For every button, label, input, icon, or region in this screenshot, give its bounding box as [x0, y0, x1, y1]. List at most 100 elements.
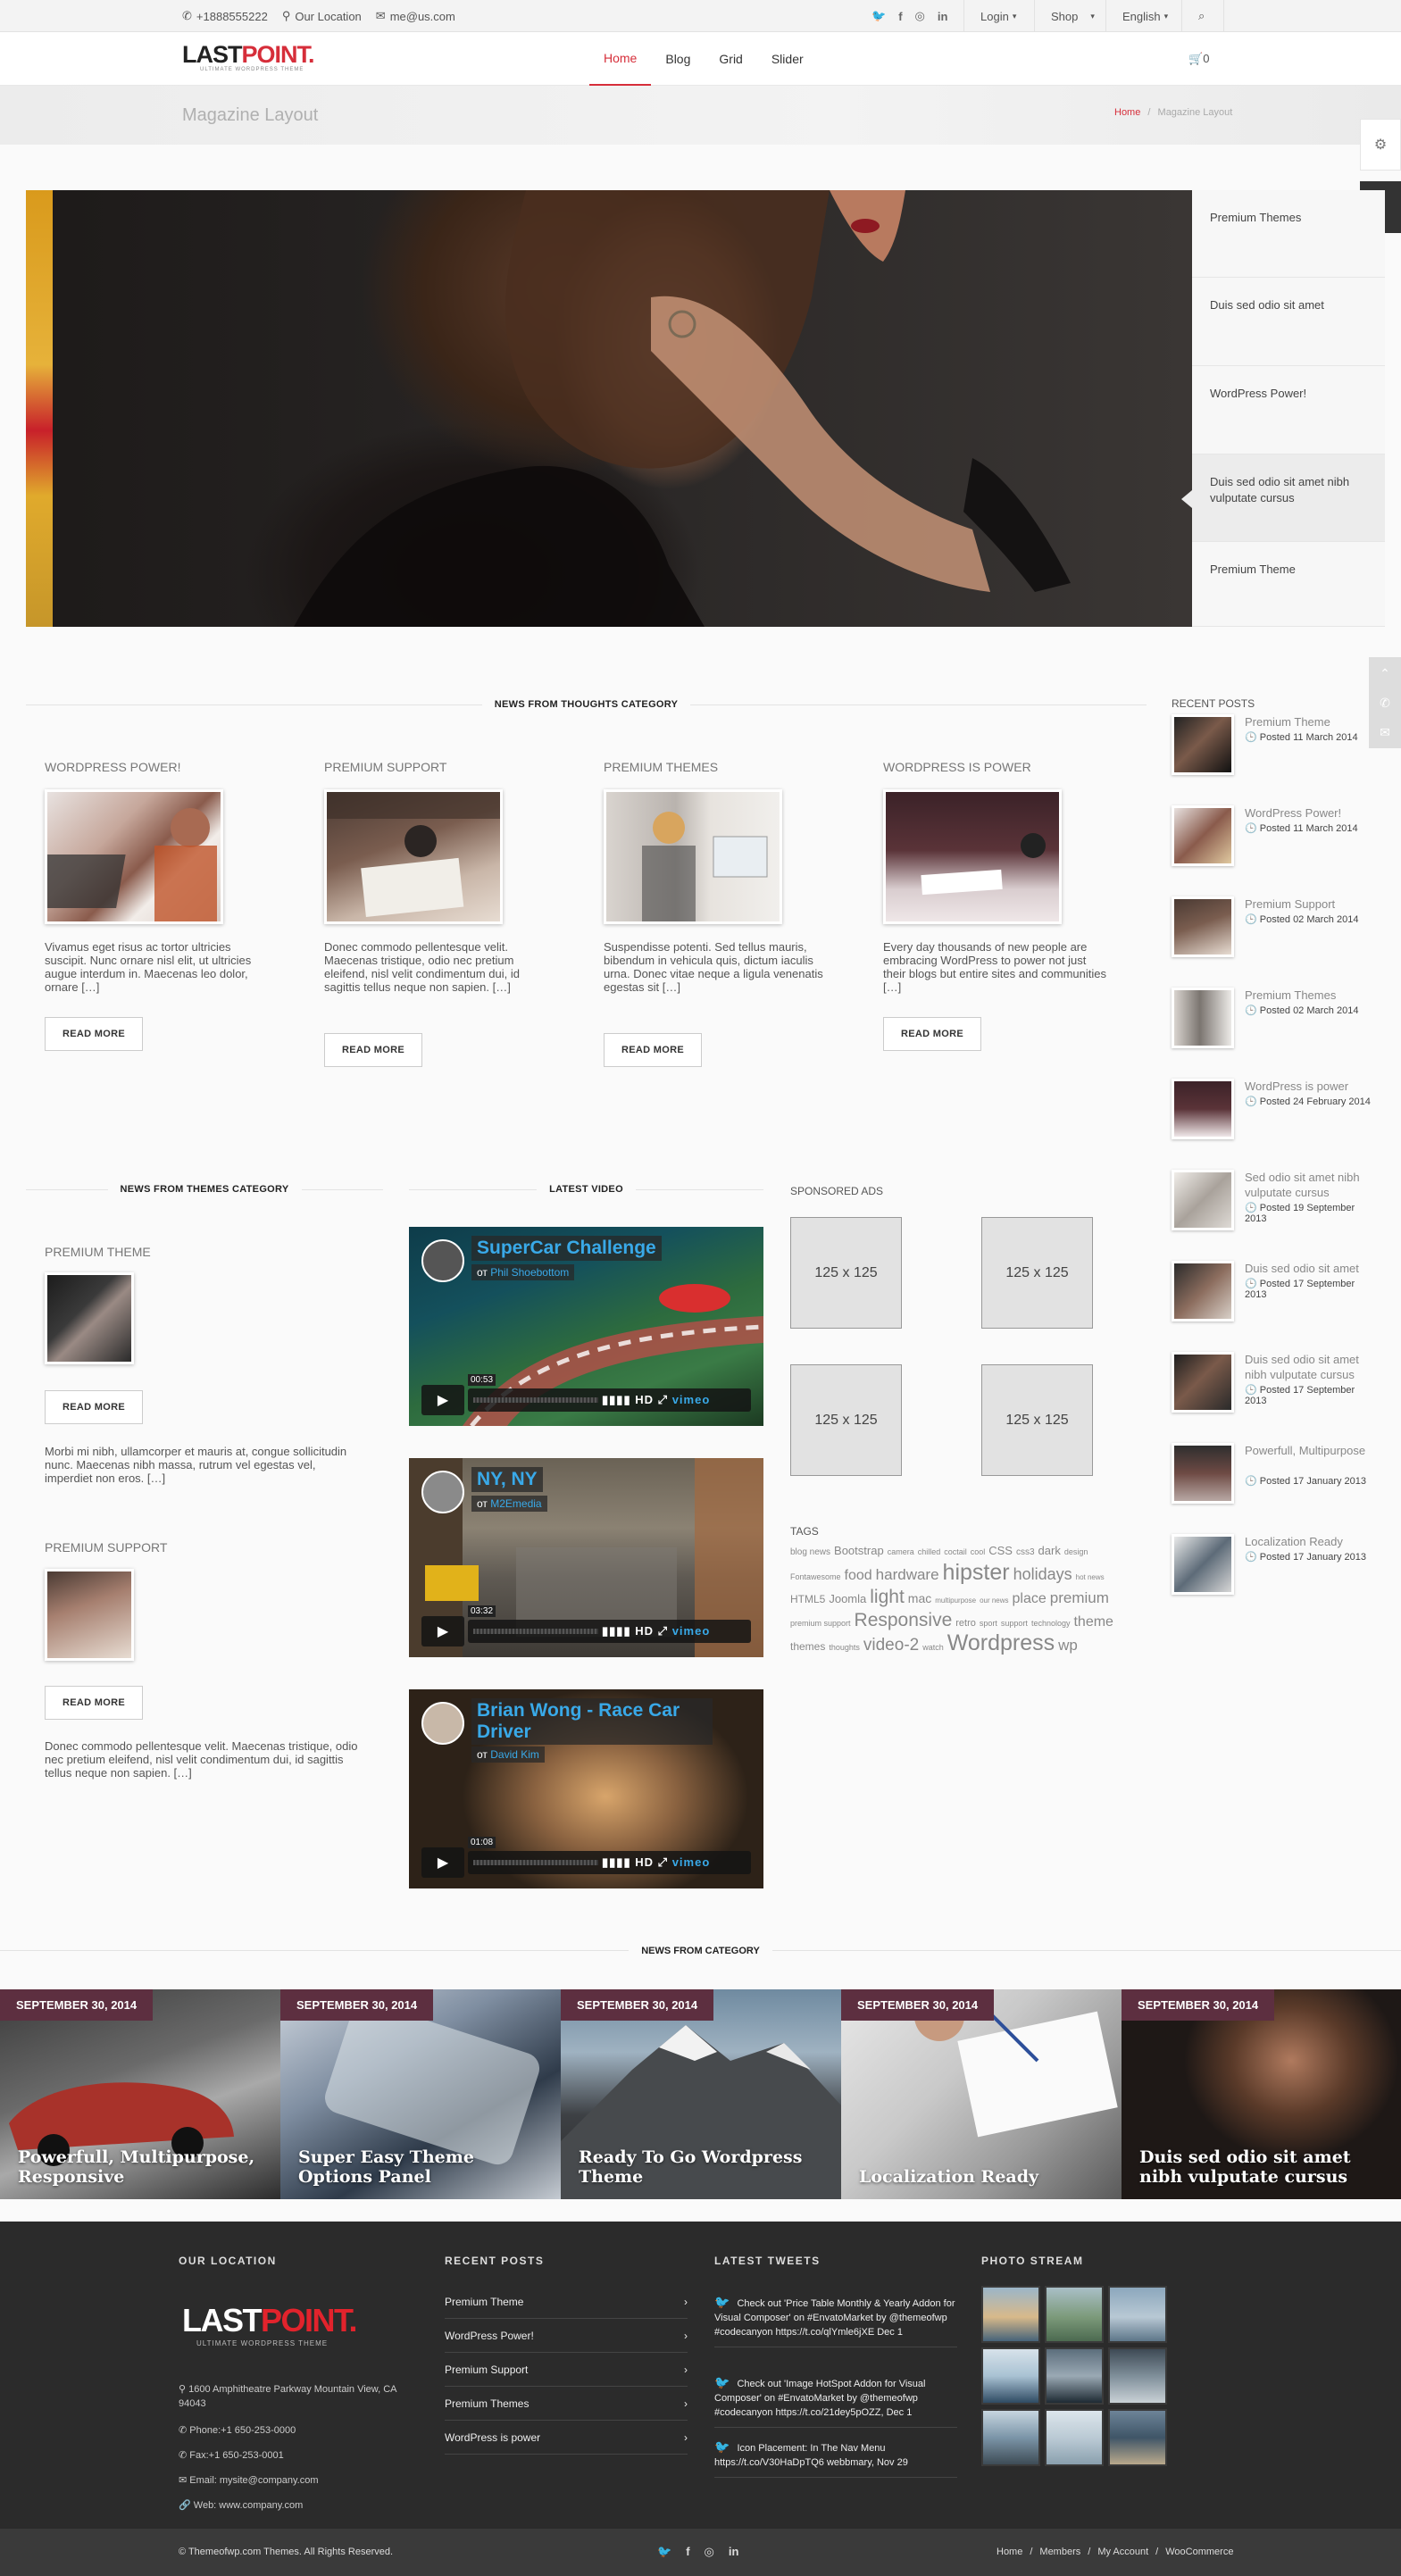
photo-stream-image[interactable]: [1108, 2409, 1167, 2466]
tag-link[interactable]: thoughts: [829, 1643, 860, 1652]
ad-banner[interactable]: 125 x 125: [981, 1217, 1093, 1329]
category-card[interactable]: SEPTEMBER 30, 2014 Powerfull, Multipurpo…: [0, 1989, 280, 2199]
video-title[interactable]: Brian Wong - Race Car Driver: [471, 1698, 713, 1745]
slider-tab[interactable]: WordPress Power!: [1192, 366, 1385, 454]
post-title[interactable]: PREMIUM SUPPORT: [324, 760, 547, 774]
post-title[interactable]: WORDPRESS POWER!: [45, 760, 268, 774]
footer-link-woocommerce[interactable]: WooCommerce: [1165, 2547, 1233, 2557]
tag-link[interactable]: hipster: [943, 1560, 1010, 1585]
footer-recent-link[interactable]: Premium Themes ›: [445, 2387, 688, 2421]
search-button[interactable]: ⌕: [1181, 0, 1224, 32]
volume-icon[interactable]: ▮▮▮▮: [602, 1855, 631, 1869]
shop-dropdown[interactable]: Shop ▾: [1034, 0, 1095, 32]
footer-link-home[interactable]: Home: [997, 2547, 1022, 2557]
play-button[interactable]: ▶: [421, 1847, 464, 1878]
video-title[interactable]: NY, NY: [471, 1467, 543, 1492]
tag-link[interactable]: food: [845, 1568, 872, 1583]
photo-stream-image[interactable]: [1045, 2409, 1104, 2466]
category-title[interactable]: Ready To Go Wordpress Theme: [579, 2147, 829, 2187]
footer-recent-link[interactable]: WordPress Power! ›: [445, 2319, 688, 2353]
post-title[interactable]: PREMIUM THEME: [45, 1245, 268, 1259]
post-thumbnail[interactable]: [45, 1569, 134, 1661]
video-author-avatar[interactable]: [421, 1239, 464, 1282]
recent-post-item[interactable]: WordPress is power 🕒 Posted 24 February 2…: [1172, 1079, 1377, 1141]
dribbble-icon[interactable]: ◎: [705, 2545, 714, 2559]
recent-post-item[interactable]: Premium Support 🕒 Posted 02 March 2014: [1172, 896, 1377, 959]
footer-logo[interactable]: LASTPOINT. ULTIMATE WORDPRESS THEME: [182, 2302, 358, 2347]
tag-link[interactable]: support: [1001, 1619, 1028, 1628]
read-more-button[interactable]: READ MORE: [604, 1033, 702, 1067]
footer-web[interactable]: 🔗 Web: www.company.com: [179, 2498, 415, 2513]
vimeo-logo[interactable]: vimeo: [672, 1393, 711, 1406]
tag-link[interactable]: wp: [1058, 1637, 1078, 1654]
tag-link[interactable]: multipurpose: [935, 1596, 976, 1605]
phone-contact[interactable]: ✆ +1888555222: [182, 9, 268, 23]
play-button[interactable]: ▶: [421, 1616, 464, 1646]
photo-stream-image[interactable]: [981, 2409, 1040, 2466]
nav-grid[interactable]: Grid: [705, 32, 756, 86]
tag-link[interactable]: Wordpress: [947, 1630, 1055, 1655]
video-progress[interactable]: ▮▮▮▮ HD ⤢ vimeo: [468, 1388, 751, 1412]
post-thumbnail[interactable]: [883, 789, 1062, 924]
fullscreen-icon[interactable]: ⤢: [658, 1855, 668, 1869]
tag-link[interactable]: our news: [980, 1596, 1008, 1605]
fullscreen-icon[interactable]: ⤢: [658, 1624, 668, 1638]
tag-link[interactable]: premium: [1050, 1589, 1109, 1606]
category-title[interactable]: Duis sed odio sit amet nibh vulputate cu…: [1139, 2147, 1389, 2187]
category-card[interactable]: SEPTEMBER 30, 2014 Ready To Go Wordpress…: [561, 1989, 841, 2199]
breadcrumb-home[interactable]: Home: [1114, 107, 1140, 118]
tag-link[interactable]: CSS: [988, 1544, 1013, 1557]
video-author-avatar[interactable]: [421, 1471, 464, 1513]
tag-link[interactable]: technology: [1031, 1619, 1071, 1628]
tag-link[interactable]: hot news: [1076, 1573, 1105, 1581]
volume-icon[interactable]: ▮▮▮▮: [602, 1393, 631, 1406]
tag-link[interactable]: cool: [971, 1547, 986, 1556]
recent-post-item[interactable]: Localization Ready 🕒 Posted 17 January 20…: [1172, 1534, 1377, 1596]
nav-slider[interactable]: Slider: [757, 32, 818, 86]
fullscreen-icon[interactable]: ⤢: [658, 1393, 668, 1406]
tag-link[interactable]: theme: [1073, 1614, 1113, 1630]
recent-post-item[interactable]: Premium Theme 🕒 Posted 11 March 2014: [1172, 714, 1377, 777]
tag-link[interactable]: Bootstrap: [834, 1544, 884, 1557]
tag-link[interactable]: Fontawesome: [790, 1572, 841, 1581]
hero-slider[interactable]: [26, 190, 1192, 627]
recent-post-item[interactable]: Powerfull, Multipurpose 🕒 Posted 17 Janua…: [1172, 1443, 1377, 1505]
linkedin-icon[interactable]: in: [938, 10, 948, 23]
email-contact[interactable]: ✉ me@us.com: [376, 9, 455, 23]
tag-link[interactable]: premium support: [790, 1619, 851, 1628]
photo-stream-image[interactable]: [1108, 2347, 1167, 2405]
photo-stream-image[interactable]: [981, 2286, 1040, 2343]
video-author[interactable]: David Kim: [490, 1748, 539, 1761]
nav-home[interactable]: Home: [589, 32, 652, 86]
hd-toggle[interactable]: HD: [635, 1624, 654, 1638]
tag-link[interactable]: design: [1064, 1547, 1088, 1556]
tag-link[interactable]: blog news: [790, 1547, 830, 1557]
post-thumbnail[interactable]: [36, 789, 223, 924]
slider-tab[interactable]: Premium Themes: [1192, 190, 1385, 278]
tag-link[interactable]: video-2: [863, 1636, 919, 1655]
site-logo[interactable]: LASTPOINT. ULTIMATE WORDPRESS THEME: [182, 41, 315, 72]
tag-link[interactable]: Joomla: [829, 1592, 866, 1605]
recent-post-item[interactable]: WordPress Power! 🕒 Posted 11 March 2014: [1172, 805, 1377, 868]
video-author[interactable]: Phil Shoebottom: [490, 1266, 569, 1279]
twitter-icon[interactable]: 🐦: [871, 9, 886, 23]
location-contact[interactable]: ⚲ Our Location: [282, 9, 362, 23]
tag-link[interactable]: themes: [790, 1640, 825, 1653]
post-thumbnail[interactable]: [604, 789, 782, 924]
video-player[interactable]: SuperCar Challenge от Phil Shoebottom ▶ …: [409, 1227, 763, 1426]
read-more-button[interactable]: READ MORE: [45, 1390, 143, 1424]
category-card[interactable]: SEPTEMBER 30, 2014 Super Easy Theme Opti…: [280, 1989, 561, 2199]
read-more-button[interactable]: READ MORE: [883, 1017, 981, 1051]
facebook-icon[interactable]: f: [898, 10, 902, 23]
post-thumbnail[interactable]: [324, 789, 503, 924]
video-player[interactable]: Brian Wong - Race Car Driver от David Ki…: [409, 1689, 763, 1888]
linkedin-icon[interactable]: in: [729, 2545, 739, 2559]
read-more-button[interactable]: READ MORE: [324, 1033, 422, 1067]
tweet-item[interactable]: 🐦 Icon Placement: In The Nav Menu https:/…: [714, 2439, 957, 2478]
photo-stream-image[interactable]: [981, 2347, 1040, 2405]
footer-link-my-account[interactable]: My Account: [1097, 2547, 1148, 2557]
tag-link[interactable]: watch: [922, 1643, 944, 1652]
facebook-icon[interactable]: f: [686, 2545, 689, 2559]
category-title[interactable]: Super Easy Theme Options Panel: [298, 2147, 548, 2187]
video-progress[interactable]: ▮▮▮▮ HD ⤢ vimeo: [468, 1620, 751, 1643]
